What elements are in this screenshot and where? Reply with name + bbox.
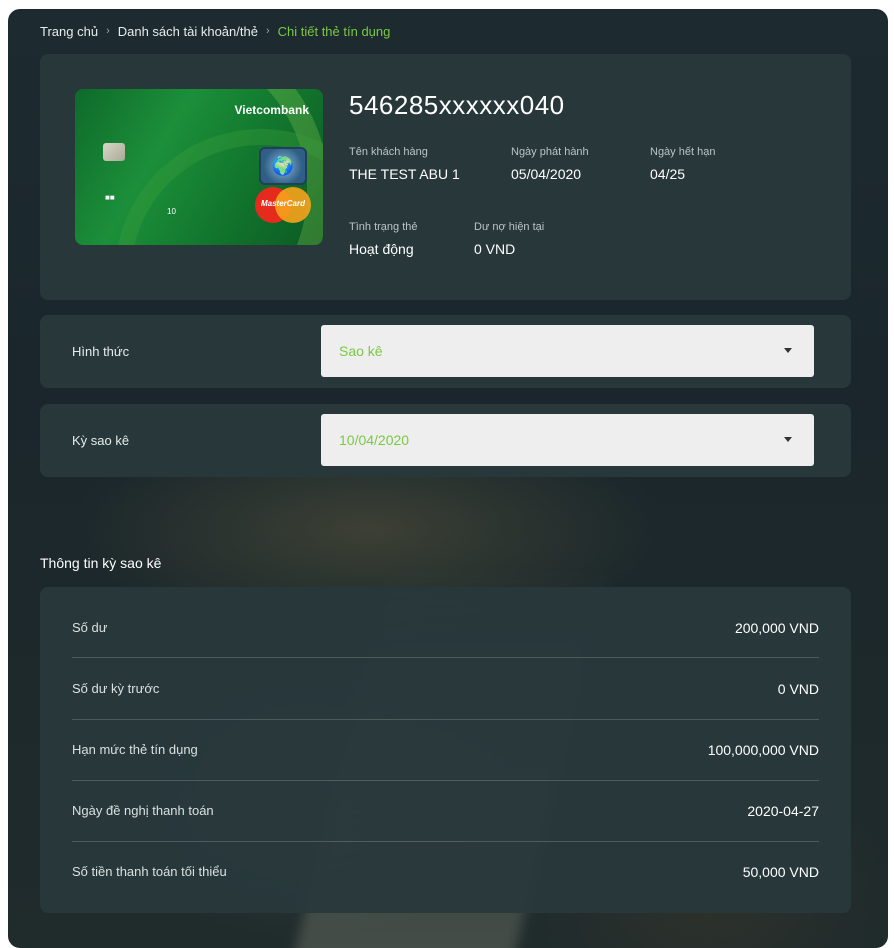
breadcrumb-accounts[interactable]: Danh sách tài khoản/thẻ [118, 24, 258, 39]
breadcrumb-current: Chi tiết thẻ tín dụng [277, 23, 391, 39]
statement-row-value: 100,000,000 VND [707, 741, 819, 758]
card-chip-icon [103, 143, 125, 161]
statement-row-value: 200,000 VND [734, 619, 819, 636]
statement-row-value: 2020-04-27 [747, 802, 819, 819]
customer-name-value: THE TEST ABU 1 [349, 166, 460, 182]
statement-row-value: 0 VND [777, 680, 819, 697]
current-debt-value: 0 VND [474, 241, 516, 257]
issue-date-value: 05/04/2020 [511, 166, 582, 182]
statement-period-label: Kỳ sao kê [72, 433, 130, 448]
chevron-down-icon [784, 437, 792, 442]
credit-card-image: Vietcombank ■■ 10 🌍 MasterCard [75, 89, 323, 245]
breadcrumb-home[interactable]: Trang chủ [40, 24, 98, 39]
statement-row-label: Hạn mức thẻ tín dụng [72, 742, 198, 757]
card-mini-text: 10 [167, 207, 176, 216]
statement-row-label: Số dư [72, 620, 108, 635]
statement-row: Số dư kỳ trước 0 VND [72, 658, 819, 719]
issue-date-label: Ngày phát hành [511, 146, 589, 158]
statement-type-value: Sao kê [339, 343, 383, 359]
customer-name-field: Tên khách hàng THE TEST ABU 1 [349, 146, 460, 182]
globe-hologram-icon: 🌍 [259, 147, 307, 185]
mastercard-logo: MasterCard [255, 187, 311, 223]
statement-info-panel: Số dư 200,000 VND Số dư kỳ trước 0 VND H… [40, 587, 851, 913]
statement-row-label: Ngày đề nghị thanh toán [72, 803, 214, 818]
current-debt-field: Dư nợ hiện tại 0 VND [474, 221, 544, 257]
statement-period-select[interactable]: 10/04/2020 [321, 414, 814, 466]
statement-row: Hạn mức thẻ tín dụng 100,000,000 VND [72, 719, 819, 780]
expiry-date-label: Ngày hết hạn [650, 146, 716, 158]
statement-row: Số tiền thanh toán tối thiểu 50,000 VND [72, 841, 819, 902]
current-debt-label: Dư nợ hiện tại [474, 221, 545, 233]
customer-name-label: Tên khách hàng [349, 146, 428, 158]
expiry-date-value: 04/25 [650, 166, 686, 182]
statement-type-select[interactable]: Sao kê [321, 325, 814, 377]
statement-row-label: Số tiền thanh toán tối thiểu [72, 864, 227, 879]
expiry-date-field: Ngày hết hạn 04/25 [650, 146, 715, 182]
breadcrumb-separator-icon: › [106, 25, 110, 37]
breadcrumb-separator-icon: › [265, 25, 270, 37]
statement-info-title: Thông tin kỳ sao kê [40, 555, 162, 571]
card-number: 546285xxxxxx040 [349, 90, 565, 120]
card-summary-panel: Vietcombank ■■ 10 🌍 MasterCard 546285xxx… [40, 54, 851, 300]
page-frame: Trang chủ › Danh sách tài khoản/thẻ › Ch… [8, 9, 888, 948]
card-status-field: Tình trạng thẻ Hoạt động [349, 221, 418, 257]
statement-type-label: Hình thức [72, 344, 130, 359]
statement-row-value: 50,000 VND [742, 863, 819, 880]
card-status-label: Tình trạng thẻ [349, 221, 418, 233]
vietcombank-logo: Vietcombank [234, 103, 309, 117]
statement-row: Số dư 200,000 VND [72, 597, 819, 658]
chevron-down-icon [784, 348, 792, 353]
statement-type-row: Hình thức Sao kê [40, 315, 851, 388]
issue-date-field: Ngày phát hành 05/04/2020 [511, 146, 589, 182]
statement-period-value: 10/04/2020 [339, 432, 410, 448]
statement-row: Ngày đề nghị thanh toán 2020-04-27 [72, 780, 819, 841]
card-mini-text: ■■ [105, 193, 115, 202]
statement-row-label: Số dư kỳ trước [72, 681, 160, 696]
breadcrumb: Trang chủ › Danh sách tài khoản/thẻ › Ch… [40, 21, 390, 41]
statement-period-row: Kỳ sao kê 10/04/2020 [40, 404, 851, 477]
card-status-value: Hoạt động [349, 241, 414, 257]
